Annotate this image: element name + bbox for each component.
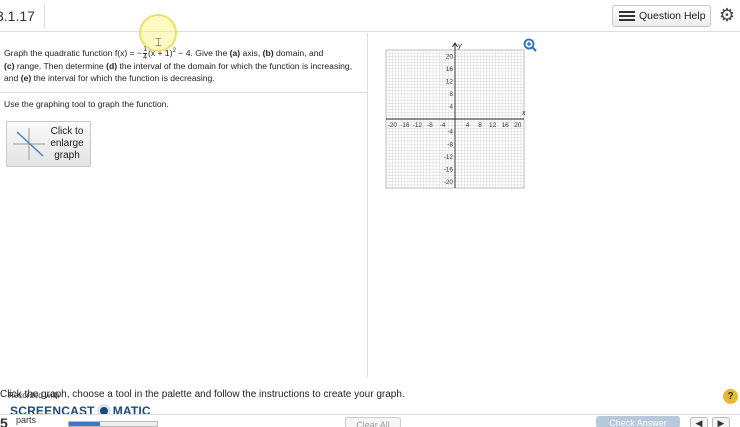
question-text: Graph the quadratic function f(x) = −1 4(… bbox=[4, 46, 364, 84]
parts-count: 5 bbox=[0, 415, 8, 427]
prev-button[interactable]: ◀ bbox=[690, 417, 708, 427]
divider bbox=[0, 92, 368, 93]
coordinate-graph[interactable]: -20 -16 -12 -8 -4 4 8 12 16 2020161284-4-8-12-16-… bbox=[378, 38, 538, 198]
help-badge[interactable]: ? bbox=[723, 389, 738, 404]
part-c-label: (c) bbox=[4, 61, 15, 72]
x-tick-label: 8 bbox=[478, 122, 482, 129]
y-tick-label: -12 bbox=[444, 154, 454, 161]
list-icon bbox=[619, 11, 635, 21]
progress-fill bbox=[69, 422, 100, 426]
x-tick-label: -8 bbox=[427, 122, 433, 129]
x-tick-label: -4 bbox=[440, 122, 446, 129]
parts-label: parts bbox=[16, 415, 37, 425]
y-tick-label: 4 bbox=[449, 104, 453, 111]
enlarge-graph-label: Click to enlarge graph bbox=[47, 126, 87, 162]
part-a-label: (a) bbox=[229, 47, 241, 58]
enlarge-line-1: Click to bbox=[50, 126, 84, 137]
x-tick-label: -12 bbox=[413, 122, 423, 129]
enlarge-line-2: enlarge bbox=[50, 138, 84, 149]
y-tick-label: 8 bbox=[449, 91, 453, 98]
x-tick-label: -16 bbox=[400, 122, 410, 129]
y-tick-label: -8 bbox=[447, 141, 453, 148]
x-axis-label: x bbox=[521, 110, 526, 117]
watermark-recorded: Recorded with bbox=[8, 391, 60, 400]
enlarge-graph-button[interactable]: Click to enlarge graph bbox=[6, 121, 91, 167]
clear-all-button[interactable]: Clear All bbox=[345, 417, 401, 427]
question-prefix: Graph the quadratic function f(x) = − bbox=[4, 47, 143, 58]
magnify-plus-icon[interactable] bbox=[523, 38, 537, 52]
x-tick-label: -20 bbox=[388, 122, 398, 129]
part-a-text: axis, bbox=[240, 47, 263, 58]
part-b-text: domain, and bbox=[273, 47, 324, 58]
x-tick-label: 4 bbox=[466, 122, 470, 129]
graph-thumbnail-icon bbox=[13, 128, 45, 160]
y-tick-label: -20 bbox=[444, 179, 454, 186]
bottom-instruction: Click the graph, choose a tool in the pa… bbox=[0, 389, 405, 400]
part-e-text: the interval for which the function is d… bbox=[31, 72, 215, 83]
y-axis-label: y bbox=[457, 43, 462, 50]
top-bar: 3.1.17 Question Help ⚙ bbox=[0, 0, 740, 32]
question-help-label: Question Help bbox=[639, 10, 706, 22]
x-tick-label: 16 bbox=[502, 122, 510, 129]
part-b-label: (b) bbox=[262, 47, 274, 58]
y-tick-label: 16 bbox=[446, 66, 454, 73]
next-button[interactable]: ▶ bbox=[712, 417, 730, 427]
question-help-button[interactable]: Question Help bbox=[612, 5, 711, 27]
y-tick-label: 20 bbox=[446, 53, 454, 60]
problem-id: 3.1.17 bbox=[0, 3, 45, 29]
function-constant: − 4. Give the bbox=[175, 47, 230, 58]
check-answer-button[interactable]: Check Answer bbox=[596, 416, 680, 427]
question-pane: Graph the quadratic function f(x) = −1 4(… bbox=[0, 33, 368, 377]
instruction-text: Use the graphing tool to graph the funct… bbox=[4, 99, 169, 109]
progress-bar bbox=[68, 421, 158, 427]
x-tick-label: 20 bbox=[514, 122, 522, 129]
mouse-cursor-icon: ⌶ bbox=[155, 37, 162, 49]
y-tick-label: -16 bbox=[444, 166, 454, 173]
y-tick-label: -4 bbox=[447, 129, 453, 136]
gear-icon[interactable]: ⚙ bbox=[718, 6, 736, 24]
part-d-label: (d) bbox=[106, 61, 118, 72]
y-tick-label: 12 bbox=[446, 79, 454, 86]
part-e-label: (e) bbox=[20, 72, 32, 83]
fraction-denominator: 4 bbox=[143, 54, 147, 62]
part-c-text: range. Then determine bbox=[14, 61, 107, 72]
x-tick-label: 12 bbox=[489, 122, 497, 129]
enlarge-line-3: graph bbox=[54, 150, 80, 161]
